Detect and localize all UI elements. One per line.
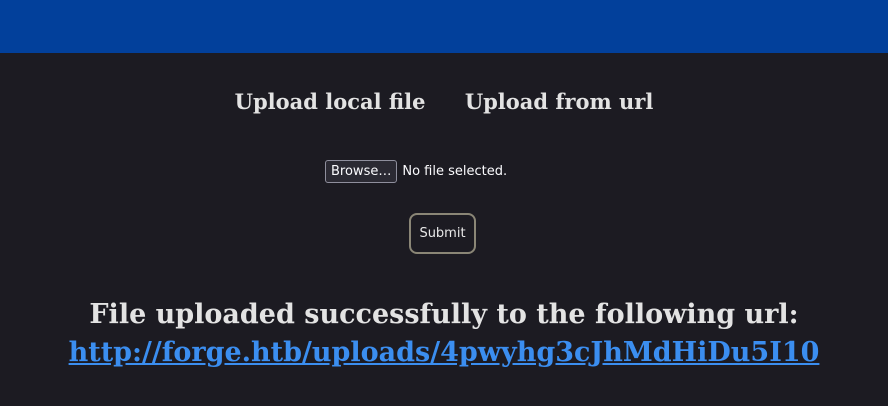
file-input: Browse… No file selected. bbox=[325, 160, 507, 183]
submit-button[interactable]: Submit bbox=[409, 213, 476, 254]
uploaded-file-link[interactable]: http://forge.htb/uploads/4pwyhg3cJhMdHiD… bbox=[69, 337, 820, 368]
tab-upload-local-file[interactable]: Upload local file bbox=[235, 89, 426, 114]
top-navigation-bar bbox=[0, 0, 888, 53]
browse-button[interactable]: Browse… bbox=[325, 160, 398, 183]
upload-tabs: Upload local file Upload from url bbox=[0, 89, 888, 114]
result-message: File uploaded successfully to the follow… bbox=[89, 299, 799, 330]
tab-upload-from-url[interactable]: Upload from url bbox=[465, 89, 654, 114]
upload-result: File uploaded successfully to the follow… bbox=[0, 296, 888, 372]
file-status-text: No file selected. bbox=[402, 164, 508, 179]
